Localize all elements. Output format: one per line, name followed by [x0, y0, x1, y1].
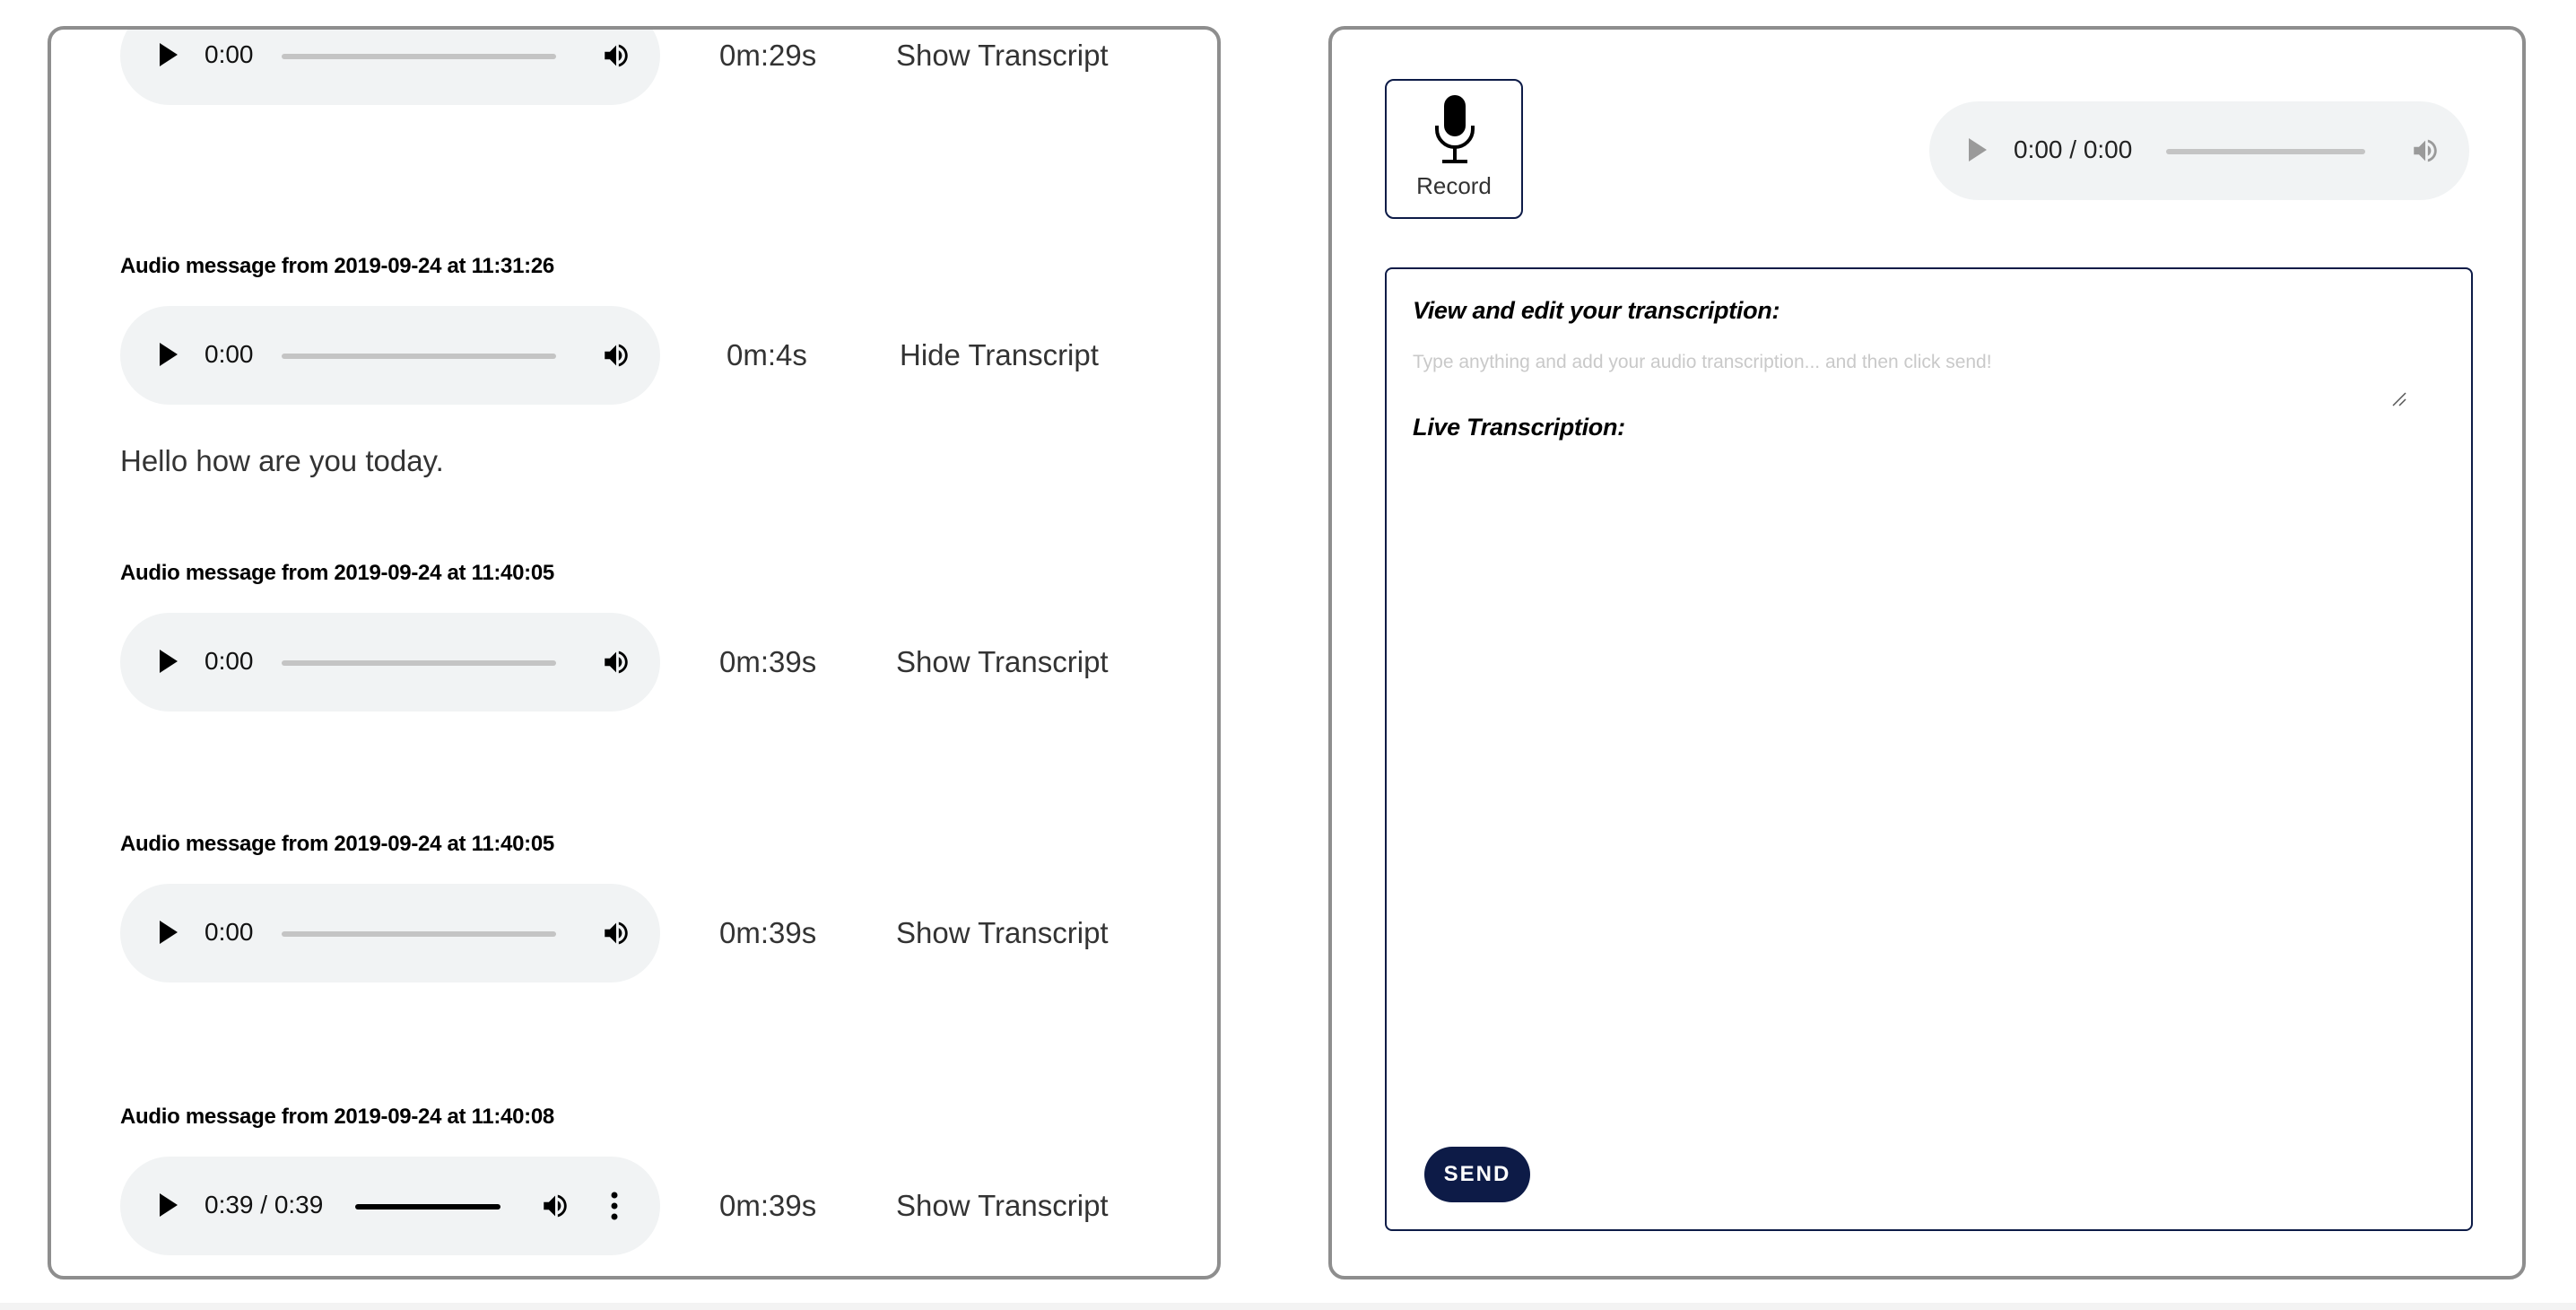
live-transcription-heading: Live Transcription:: [1413, 414, 1625, 441]
player-seek-bar[interactable]: [282, 54, 556, 59]
recorder-panel: Record 0:00 / 0:00 View and edit your tr…: [1328, 26, 2526, 1279]
play-icon[interactable]: [160, 1193, 178, 1217]
hide-transcript-link[interactable]: Hide Transcript: [900, 338, 1099, 372]
message-heading: Audio message from 2019-09-24 at 11:31:2…: [120, 254, 554, 278]
transcription-box: View and edit your transcription: Live T…: [1385, 267, 2473, 1231]
record-label: Record: [1416, 172, 1492, 199]
player-time: 0:00: [205, 340, 254, 368]
show-transcript-link[interactable]: Show Transcript: [896, 916, 1109, 950]
show-transcript-link[interactable]: Show Transcript: [896, 645, 1109, 679]
message-heading: Audio message from 2019-09-24 at 11:40:0…: [120, 1105, 554, 1129]
volume-icon[interactable]: [540, 1191, 570, 1221]
play-icon[interactable]: [160, 921, 178, 944]
show-transcript-link[interactable]: Show Transcript: [896, 1189, 1109, 1223]
player-time: 0:39 / 0:39: [205, 1191, 324, 1218]
player-seek-bar[interactable]: [282, 660, 556, 666]
send-button[interactable]: SEND: [1424, 1147, 1530, 1202]
recording-preview-player[interactable]: 0:00 / 0:00: [1929, 101, 2469, 200]
message-duration: 0m:29s: [719, 39, 817, 72]
edit-transcription-heading: View and edit your transcription:: [1413, 297, 1780, 324]
more-options-icon[interactable]: [610, 1191, 619, 1221]
audio-player[interactable]: 0:00: [120, 884, 660, 982]
play-icon[interactable]: [160, 343, 178, 366]
player-time: 0:00: [205, 918, 254, 946]
player-time: 0:00: [205, 40, 254, 68]
volume-icon[interactable]: [601, 340, 631, 371]
play-icon[interactable]: [160, 650, 178, 673]
audio-player[interactable]: 0:00: [120, 613, 660, 712]
message-transcript: Hello how are you today.: [120, 444, 444, 477]
message-heading: Audio message from 2019-09-24 at 11:40:0…: [120, 561, 554, 585]
player-seek-bar[interactable]: [355, 1204, 500, 1210]
page-bottom-strip: [0, 1303, 2576, 1310]
transcription-input[interactable]: [1413, 352, 2408, 406]
volume-icon[interactable]: [2410, 135, 2441, 166]
message-heading: Audio message from 2019-09-24 at 11:40:0…: [120, 832, 554, 856]
volume-icon[interactable]: [601, 918, 631, 948]
show-transcript-link[interactable]: Show Transcript: [896, 39, 1109, 73]
audio-player[interactable]: 0:00: [120, 30, 660, 105]
play-icon[interactable]: [160, 43, 178, 66]
record-button[interactable]: Record: [1385, 79, 1523, 219]
player-time: 0:00 / 0:00: [2014, 135, 2133, 163]
message-duration: 0m:39s: [719, 1189, 817, 1222]
volume-icon[interactable]: [601, 40, 631, 71]
message-duration: 0m:39s: [719, 916, 817, 949]
audio-player[interactable]: 0:00: [120, 306, 660, 405]
audio-messages-panel[interactable]: 0:00 0m:29s Show Transcript Audio messag…: [48, 26, 1221, 1279]
play-icon[interactable]: [1969, 138, 1987, 162]
audio-message-list: 0:00 0m:29s Show Transcript Audio messag…: [51, 30, 1217, 1276]
volume-icon[interactable]: [601, 647, 631, 677]
player-seek-bar[interactable]: [282, 354, 556, 359]
audio-player[interactable]: 0:39 / 0:39: [120, 1157, 660, 1255]
player-seek-bar[interactable]: [282, 931, 556, 937]
player-seek-bar[interactable]: [2166, 149, 2365, 154]
message-duration: 0m:4s: [727, 338, 807, 371]
player-time: 0:00: [205, 647, 254, 675]
resize-handle-icon[interactable]: [2391, 391, 2407, 407]
microphone-icon: [1435, 95, 1475, 163]
message-duration: 0m:39s: [719, 645, 817, 678]
